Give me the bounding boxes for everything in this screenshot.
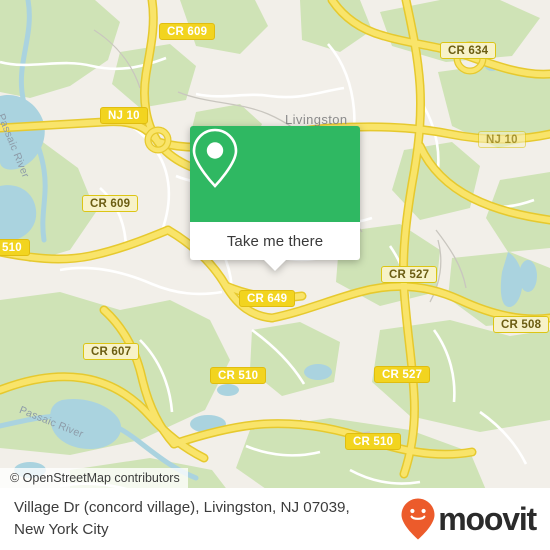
destination-popup-card[interactable]: Take me there: [190, 126, 360, 271]
popup-header: [190, 126, 360, 222]
road-shield-510[interactable]: 510: [0, 239, 30, 256]
moovit-logo[interactable]: moovit: [400, 497, 537, 541]
road-shield-cr-649[interactable]: CR 649: [239, 290, 296, 307]
address-block: Village Dr (concord village), Livingston…: [14, 497, 350, 541]
road-shield-nj-10-east[interactable]: NJ 10: [478, 131, 526, 148]
road-shield-cr-609-north[interactable]: CR 609: [159, 23, 216, 40]
place-label-livingston: Livingston: [285, 112, 348, 127]
road-shield-cr-527-north[interactable]: CR 527: [381, 266, 438, 283]
road-shield-cr-508[interactable]: CR 508: [493, 316, 550, 333]
road-shield-cr-510-mid[interactable]: CR 510: [210, 367, 267, 384]
road-shield-cr-609-west[interactable]: CR 609: [82, 195, 139, 212]
moovit-pin-icon: [401, 498, 435, 540]
address-line-2: New York City: [14, 521, 109, 538]
moovit-wordmark: moovit: [438, 501, 537, 537]
road-shield-nj-10-west[interactable]: NJ 10: [100, 107, 148, 124]
popup-pointer-tail: [264, 260, 286, 271]
footer-bar: Village Dr (concord village), Livingston…: [0, 488, 550, 550]
road-shield-cr-634[interactable]: CR 634: [440, 42, 497, 59]
take-me-there-label: Take me there: [226, 232, 324, 250]
address-line-1: Village Dr (concord village), Livingston…: [14, 499, 350, 516]
map-attribution[interactable]: © OpenStreetMap contributors: [0, 468, 188, 489]
road-shield-cr-510-south[interactable]: CR 510: [345, 433, 402, 450]
map-screenshot: Livingston Passaic River Passaic River C…: [0, 0, 550, 550]
road-shield-cr-527-south[interactable]: CR 527: [374, 366, 431, 383]
map-pin-icon: [192, 128, 238, 188]
take-me-there-button[interactable]: Take me there: [190, 222, 360, 260]
map-canvas[interactable]: Livingston Passaic River Passaic River C…: [0, 0, 550, 550]
road-shield-cr-607[interactable]: CR 607: [83, 343, 140, 360]
